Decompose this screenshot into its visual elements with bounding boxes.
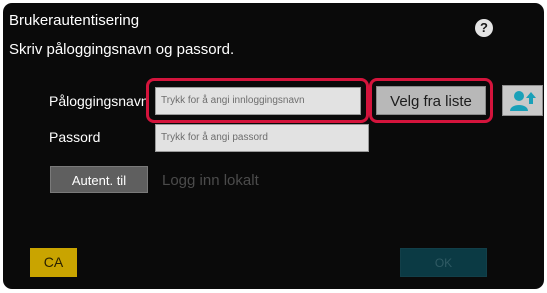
login-name-label: Påloggingsnavn [49, 93, 149, 109]
select-from-list-button[interactable]: Velg fra liste [376, 86, 486, 115]
ok-button[interactable]: OK [400, 248, 487, 277]
dialog-title: Brukerautentisering [9, 12, 140, 29]
instruction-text: Skriv påloggingsnavn og passord. [9, 41, 235, 58]
auth-to-button[interactable]: Autent. til [50, 166, 148, 193]
auth-destination-value: Logg inn lokalt [162, 172, 259, 189]
auth-dialog: Brukerautentisering ? Skriv påloggingsna… [3, 3, 544, 289]
login-name-field[interactable]: Trykk for å angi innloggingsnavn [155, 87, 361, 115]
password-field[interactable]: Trykk for å angi passord [155, 124, 369, 152]
ca-button[interactable]: CA [30, 248, 77, 277]
help-icon[interactable]: ? [475, 19, 493, 37]
user-list-button[interactable] [502, 85, 543, 116]
password-label: Passord [49, 129, 101, 145]
user-arrow-icon [510, 91, 536, 111]
screen-frame: Brukerautentisering ? Skriv påloggingsna… [0, 0, 547, 293]
